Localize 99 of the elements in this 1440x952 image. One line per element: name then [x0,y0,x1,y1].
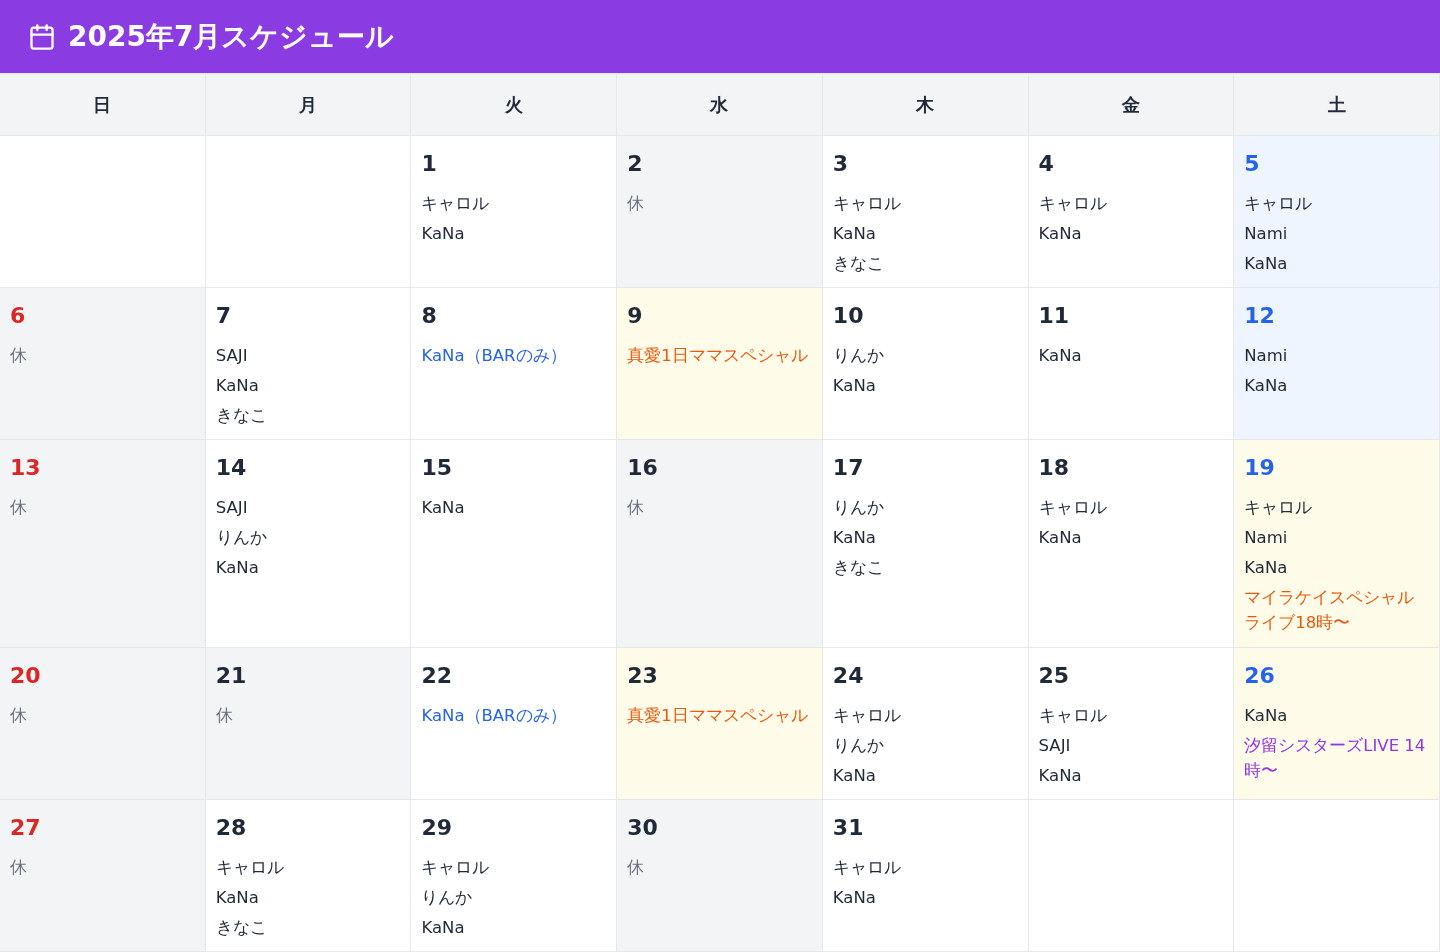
day-number: 11 [1038,302,1070,330]
day-number: 15 [421,454,453,482]
weekday-label: 水 [710,92,729,117]
closed-label: 休 [10,345,27,367]
day-number: 12 [1244,302,1275,330]
closed-label: 休 [10,497,27,519]
schedule-entry: キャロル [1244,497,1313,519]
day-number: 20 [10,662,41,690]
schedule-entry: KaNa（BARのみ） [421,705,567,727]
schedule-entry: キャロル [1038,497,1107,519]
day-number: 7 [215,302,231,330]
closed-label: 休 [10,705,27,727]
day-number: 29 [421,814,453,842]
schedule-entry: KaNa [832,375,876,397]
day-number: 13 [10,454,41,482]
schedule-entry: りんか [832,735,884,757]
calendar-icon [28,22,56,51]
schedule-entry: KaNa [215,557,259,579]
schedule-entry: KaNa [832,765,876,787]
day-number: 18 [1038,454,1070,482]
schedule-entry: KaNa [421,917,465,939]
day-number: 30 [627,814,658,842]
closed-label: 休 [627,497,645,519]
schedule-entry: りんか [421,887,473,909]
schedule-entry: キャロル [215,857,284,879]
schedule-entry: KaNa [421,223,465,245]
schedule-entry: SAJI [215,497,248,519]
day-number: 26 [1244,662,1275,690]
day-number: 22 [421,662,453,690]
schedule-entry: SAJI [1038,735,1071,757]
schedule-entry: キャロル [1244,193,1313,215]
day-number: 19 [1244,454,1275,482]
weekday-label: 土 [1327,92,1346,117]
day-number: 27 [10,814,41,842]
schedule-entry: KaNa [832,887,876,909]
closed-label: 休 [627,857,645,879]
schedule-entry: 真愛1日ママスペシャル [627,705,808,727]
schedule-entry: きなこ [832,253,884,275]
schedule-entry: キャロル [832,705,901,727]
weekday-label: 木 [916,92,935,117]
schedule-entry: キャロル [421,193,490,215]
day-number: 31 [832,814,864,842]
day-number: 3 [832,150,849,178]
schedule-entry: キャロル [1038,193,1107,215]
schedule-entry: SAJI [215,345,248,367]
schedule-entry: 真愛1日ママスペシャル [627,345,808,367]
day-number: 16 [627,454,658,482]
schedule-entry: KaNa [1038,527,1082,549]
schedule-entry: KaNa [1244,253,1288,275]
day-number: 8 [421,302,437,330]
schedule-entry: きなこ [215,917,267,939]
schedule-entry: りんか [215,527,267,549]
schedule-entry: KaNa [1244,705,1288,727]
schedule-entry: KaNa [1038,345,1082,367]
day-number: 1 [421,150,437,178]
weekday-label: 月 [299,92,318,117]
day-number: 10 [832,302,864,330]
schedule-entry: Nami [1244,527,1288,549]
schedule-entry: キャロル [1038,705,1107,727]
schedule-entry: 汐留シスターズLIVE 14時〜 [1244,735,1427,782]
schedule-entry: KaNa [1038,223,1082,245]
schedule-entry: Nami [1244,223,1288,245]
schedule-entry: きなこ [215,405,267,427]
closed-label: 休 [10,857,27,879]
day-number: 28 [215,814,247,842]
schedule-entry: KaNa [215,887,259,909]
schedule-entry: KaNa（BARのみ） [421,345,567,367]
day-number: 2 [627,150,643,178]
day-number: 4 [1038,150,1054,178]
schedule-entry: キャロル [421,857,490,879]
schedule-entry: きなこ [832,557,884,579]
schedule-entry: りんか [832,345,884,367]
schedule-entry: りんか [832,497,884,519]
day-number: 23 [627,662,658,690]
day-number: 21 [215,662,247,690]
day-number: 9 [627,302,643,330]
day-number: 25 [1038,662,1070,690]
schedule-entry: マイラケイスペシャルライブ18時〜 [1244,587,1416,634]
day-number: 17 [832,454,864,482]
weekday-label: 日 [93,92,112,117]
day-number: 24 [832,662,864,690]
schedule-entry: KaNa [832,223,876,245]
day-number: 6 [10,302,26,330]
schedule-entry: KaNa [1038,765,1082,787]
weekday-label: 金 [1121,92,1140,117]
schedule-entry: KaNa [421,497,465,519]
day-number: 14 [215,454,247,482]
schedule-entry: KaNa [215,375,259,397]
day-number: 5 [1244,150,1260,178]
calendar-title: 2025年7月スケジュール [68,18,395,55]
closed-label: 休 [627,193,645,215]
schedule-entry: KaNa [832,527,876,549]
weekday-label: 火 [504,92,523,117]
schedule-entry: KaNa [1244,375,1288,397]
schedule-entry: キャロル [832,857,901,879]
schedule-entry: Nami [1244,345,1288,367]
schedule-entry: キャロル [832,193,901,215]
closed-label: 休 [215,705,233,727]
schedule-entry: KaNa [1244,557,1288,579]
